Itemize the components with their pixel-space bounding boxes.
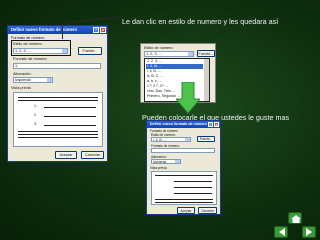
- preview-line: [44, 116, 96, 117]
- dialog-title: Definir nuevo formato de número: [11, 27, 78, 32]
- back-button[interactable]: [274, 226, 288, 238]
- preview-line: [174, 187, 212, 188]
- preview-line: [18, 134, 98, 135]
- preview-number: 2.: [34, 113, 37, 117]
- next-arrow-icon: [306, 228, 312, 236]
- help-icon[interactable]: ?: [93, 27, 99, 33]
- down-arrow-icon: [176, 82, 200, 114]
- preview-line: [174, 193, 212, 194]
- ok-button[interactable]: Aceptar: [55, 151, 77, 159]
- dialog-define-number-format-1: Definir nuevo formato de número ? x Form…: [7, 25, 108, 162]
- alignment-label: Alineación:: [13, 72, 32, 76]
- home-button[interactable]: [288, 212, 302, 224]
- help-icon[interactable]: ?: [208, 122, 213, 127]
- preview-line: [155, 175, 213, 176]
- cancel-button[interactable]: Cancelar: [81, 151, 104, 159]
- close-icon[interactable]: x: [214, 122, 219, 127]
- ok-button[interactable]: Aceptar: [177, 207, 195, 214]
- caption-top: Le dan clic en estilo de numero y les qu…: [122, 17, 279, 26]
- preview-line: [155, 199, 213, 200]
- dialog-define-number-format-2: Definir nuevo formato de número ? x Form…: [146, 120, 221, 215]
- alignment-dropdown[interactable]: Izquierda: [151, 159, 181, 164]
- connector-line: [62, 23, 63, 39]
- preview-line: [174, 181, 212, 182]
- preview-pane: [151, 171, 217, 205]
- preview-line: [18, 131, 98, 132]
- font-button[interactable]: Fuente...: [197, 50, 215, 57]
- home-icon: [291, 215, 301, 223]
- number-format-label: Formato de número:: [13, 57, 48, 61]
- preview-line: [18, 97, 98, 98]
- dialog-title: Definir nuevo formato de número: [150, 122, 207, 126]
- preview-line: [44, 107, 96, 108]
- list-scrollbar[interactable]: [204, 59, 209, 101]
- font-button[interactable]: Fuente...: [197, 136, 215, 142]
- number-style-highlight: [11, 40, 71, 56]
- number-format-field[interactable]: [151, 148, 215, 153]
- font-button[interactable]: Fuente...: [78, 47, 102, 55]
- next-button[interactable]: [302, 226, 316, 238]
- preview-label: Vista previa: [11, 86, 31, 90]
- number-format-field[interactable]: 1.: [13, 63, 101, 69]
- preview-number: 1.: [34, 104, 37, 108]
- dialog-title-bar: Definir nuevo formato de número ? x: [147, 121, 220, 128]
- back-arrow-icon: [279, 228, 285, 236]
- cancel-button[interactable]: Cancelar: [198, 207, 217, 214]
- preview-pane: 1. 2. 3.: [13, 92, 103, 147]
- preview-line: [18, 100, 98, 101]
- alignment-dropdown[interactable]: Izquierda: [13, 77, 53, 83]
- preview-line: [155, 202, 213, 203]
- preview-label: Vista previa: [150, 166, 167, 170]
- dialog-title-bar: Definir nuevo formato de número ? x: [8, 26, 107, 34]
- preview-number: 3.: [34, 122, 37, 126]
- number-style-label: Estilo de número:: [144, 46, 174, 50]
- number-style-dropdown[interactable]: I, II, III, ...: [151, 137, 191, 142]
- number-style-dropdown[interactable]: 1, 2, 3, ...: [144, 51, 194, 57]
- preview-line: [18, 137, 98, 138]
- preview-line: [44, 125, 96, 126]
- close-icon[interactable]: x: [100, 27, 106, 33]
